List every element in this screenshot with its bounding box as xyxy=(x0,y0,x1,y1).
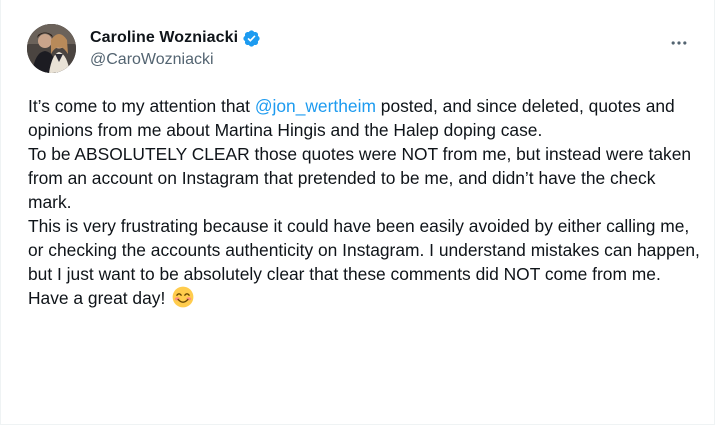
tweet-text-segment: It’s come to my attention that xyxy=(28,96,255,116)
name-row: Caroline Wozniacki xyxy=(90,27,261,49)
author-identity: Caroline Wozniacki @CaroWozniacki xyxy=(90,27,261,69)
avatar[interactable] xyxy=(27,24,76,73)
tweet-card: Caroline Wozniacki @CaroWozniacki It’s c… xyxy=(0,0,715,425)
tweet-paragraph-3: This is very frustrating because it coul… xyxy=(28,216,700,284)
mention-link[interactable]: @jon_wertheim xyxy=(255,96,376,116)
display-name[interactable]: Caroline Wozniacki xyxy=(90,29,238,47)
tweet-header: Caroline Wozniacki @CaroWozniacki xyxy=(27,24,696,76)
tweet-paragraph-4: Have a great day! xyxy=(28,286,703,310)
tweet-text-segment: Have a great day! xyxy=(28,288,171,308)
smiling-face-emoji-icon xyxy=(172,286,194,308)
tweet-paragraph-1: It’s come to my attention that @jon_wert… xyxy=(28,94,703,142)
verified-badge-icon[interactable] xyxy=(242,29,261,48)
author-handle[interactable]: @CaroWozniacki xyxy=(90,51,261,69)
tweet-paragraph-2: To be ABSOLUTELY CLEAR those quotes were… xyxy=(28,144,692,212)
tweet-text: It’s come to my attention that @jon_wert… xyxy=(28,94,703,310)
more-options-button[interactable] xyxy=(662,26,696,60)
avatar-photo xyxy=(27,24,76,73)
more-horizontal-icon xyxy=(671,41,687,45)
